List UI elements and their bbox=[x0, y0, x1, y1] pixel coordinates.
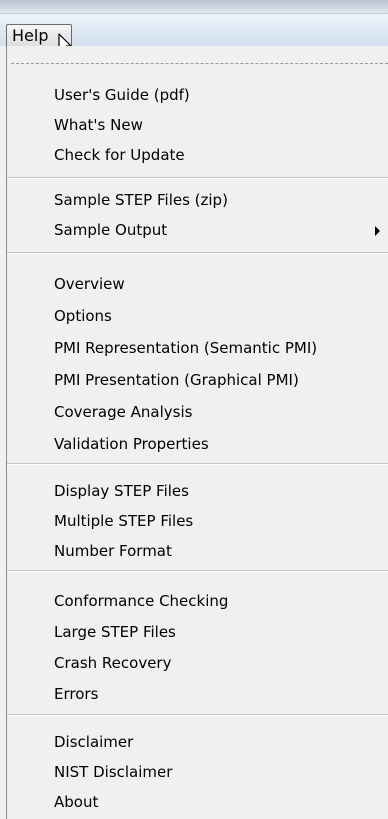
menu-item-nist-disclaimer[interactable]: NIST Disclaimer bbox=[54, 757, 172, 787]
submenu-arrow-icon bbox=[375, 226, 380, 236]
menu-item-errors[interactable]: Errors bbox=[54, 679, 98, 709]
menu-item-sample-step-files[interactable]: Sample STEP Files (zip) bbox=[54, 185, 228, 215]
menu-item-crash-recovery[interactable]: Crash Recovery bbox=[54, 648, 171, 678]
menu-item-disclaimer[interactable]: Disclaimer bbox=[54, 727, 133, 757]
menu-item-check-for-update[interactable]: Check for Update bbox=[54, 140, 185, 170]
menu-item-display-step-files[interactable]: Display STEP Files bbox=[54, 476, 189, 506]
menu-item-whats-new[interactable]: What's New bbox=[54, 110, 143, 140]
tear-off-line[interactable] bbox=[11, 63, 388, 64]
menu-separator bbox=[7, 252, 388, 254]
menu-item-options[interactable]: Options bbox=[54, 301, 112, 331]
menu-separator bbox=[7, 463, 388, 465]
menu-separator bbox=[7, 714, 388, 716]
menu-item-conformance-checking[interactable]: Conformance Checking bbox=[54, 586, 228, 616]
menu-item-validation-properties[interactable]: Validation Properties bbox=[54, 429, 209, 459]
menu-item-coverage-analysis[interactable]: Coverage Analysis bbox=[54, 397, 192, 427]
menu-item-sample-output[interactable]: Sample Output bbox=[54, 215, 167, 245]
menu-item-large-step-files[interactable]: Large STEP Files bbox=[54, 617, 176, 647]
menu-item-number-format[interactable]: Number Format bbox=[54, 536, 172, 566]
menu-item-multiple-step-files[interactable]: Multiple STEP Files bbox=[54, 506, 193, 536]
menu-item-overview[interactable]: Overview bbox=[54, 269, 125, 299]
menu-item-pmi-representation[interactable]: PMI Representation (Semantic PMI) bbox=[54, 333, 317, 363]
menu-separator bbox=[7, 570, 388, 572]
menu-item-about[interactable]: About bbox=[54, 787, 98, 817]
help-dropdown-menu: User's Guide (pdf) What's New Check for … bbox=[6, 46, 388, 819]
window-top-edge bbox=[0, 0, 388, 14]
menu-item-pmi-presentation[interactable]: PMI Presentation (Graphical PMI) bbox=[54, 365, 299, 395]
menu-separator bbox=[7, 177, 388, 179]
menu-item-users-guide[interactable]: User's Guide (pdf) bbox=[54, 80, 190, 110]
